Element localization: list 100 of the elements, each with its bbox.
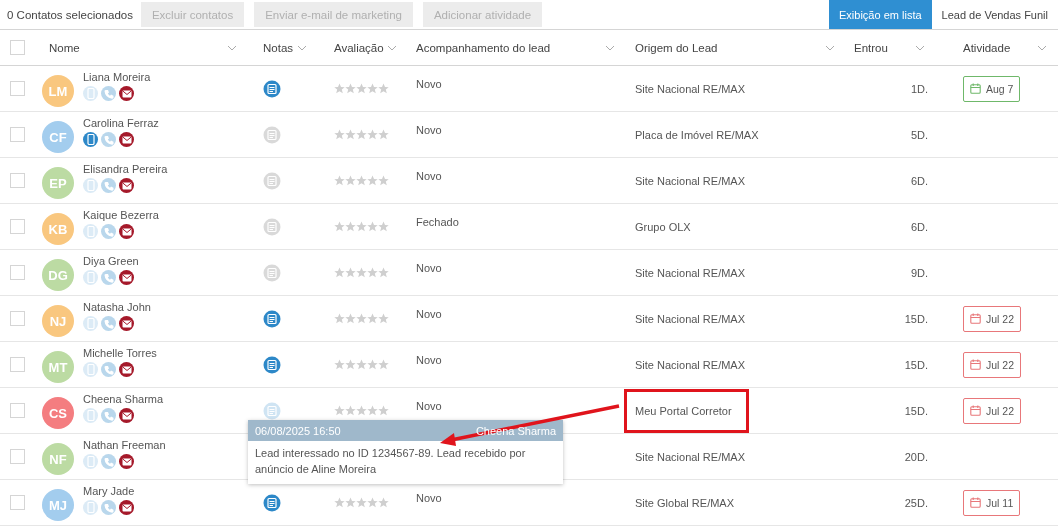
email-icon[interactable] <box>119 132 134 147</box>
contact-name[interactable]: Michelle Torres <box>83 347 157 359</box>
calendar-icon <box>970 497 981 508</box>
column-header[interactable]: Avaliação <box>334 41 384 54</box>
avatar: NF <box>42 443 74 475</box>
note-text: Lead interessado no ID 1234567-89. Lead recebido por anúncio de Aline Moreira <box>254 446 527 477</box>
star-icon <box>345 129 356 140</box>
activity-date-button[interactable]: Jul 22 <box>963 397 1022 424</box>
entered-days: 1D. <box>910 82 928 95</box>
highlighted-lead-origin: Meu Portal Corretor <box>627 391 746 430</box>
contact-name[interactable]: Carolina Ferraz <box>83 117 159 129</box>
view-tab[interactable]: Exibição em lista <box>829 0 932 29</box>
column-header[interactable]: Acompanhamento do lead <box>416 41 551 54</box>
star-rating[interactable] <box>334 405 389 416</box>
contact-name[interactable]: Diya Green <box>83 255 139 267</box>
activity-date-button[interactable]: Jul 11 <box>963 489 1021 516</box>
lead-status: Novo <box>416 170 442 182</box>
star-icon <box>334 83 345 94</box>
star-icon <box>367 359 378 370</box>
notes-icon[interactable] <box>263 355 281 374</box>
row-checkbox[interactable] <box>9 311 25 326</box>
entered-days: 6D. <box>910 220 928 233</box>
row-checkbox[interactable] <box>9 173 25 188</box>
email-icon[interactable] <box>119 454 134 469</box>
row-checkbox[interactable] <box>9 127 25 142</box>
lead-status: Novo <box>416 124 442 136</box>
star-icon <box>378 405 389 416</box>
lead-origin: Site Nacional RE/MAX <box>635 174 746 187</box>
contact-name[interactable]: Cheena Sharma <box>83 393 164 405</box>
star-icon <box>378 221 389 232</box>
star-icon <box>356 175 367 186</box>
lead-status: Novo <box>416 78 442 90</box>
email-icon[interactable] <box>119 86 134 101</box>
row-checkbox[interactable] <box>9 357 25 372</box>
row-checkbox[interactable] <box>9 81 25 96</box>
star-icon <box>345 359 356 370</box>
email-icon[interactable] <box>119 224 134 239</box>
mobile-phone-icon[interactable] <box>83 132 98 147</box>
notes-icon[interactable] <box>263 309 281 328</box>
star-icon <box>356 83 367 94</box>
calendar-icon <box>970 313 981 324</box>
star-rating[interactable] <box>334 83 389 94</box>
star-icon <box>345 83 356 94</box>
notes-icon[interactable] <box>263 493 281 512</box>
email-icon[interactable] <box>119 500 134 515</box>
star-icon <box>356 221 367 232</box>
row-checkbox[interactable] <box>9 495 25 510</box>
contact-name[interactable]: Liana Moreira <box>83 71 151 83</box>
column-header[interactable]: Notas <box>263 41 294 54</box>
email-icon[interactable] <box>119 362 134 377</box>
selection-count: 0 Contatos selecionados <box>7 8 133 21</box>
star-icon <box>334 497 345 508</box>
email-icon[interactable] <box>119 316 134 331</box>
contact-name[interactable]: Nathan Freeman <box>83 439 166 451</box>
entered-days: 5D. <box>910 128 928 141</box>
activity-date-button[interactable]: Jul 22 <box>963 305 1022 332</box>
entered-days: 15D. <box>904 404 928 417</box>
star-icon <box>356 359 367 370</box>
star-icon <box>367 175 378 186</box>
email-icon[interactable] <box>119 178 134 193</box>
email-icon[interactable] <box>119 408 134 423</box>
lead-status: Fechado <box>416 216 459 228</box>
email-icon[interactable] <box>119 270 134 285</box>
star-rating[interactable] <box>334 129 389 140</box>
activity-date-button[interactable]: Jul 22 <box>963 351 1022 378</box>
star-rating[interactable] <box>334 359 389 370</box>
star-rating[interactable] <box>334 313 389 324</box>
select-all-checkbox[interactable] <box>9 40 25 55</box>
star-rating[interactable] <box>334 221 389 232</box>
calendar-icon <box>970 359 981 370</box>
avatar: MJ <box>42 489 74 521</box>
column-header[interactable]: Atividade <box>963 41 1011 54</box>
avatar: CS <box>42 397 74 429</box>
avatar: EP <box>42 167 74 199</box>
contact-name[interactable]: Kaique Bezerra <box>83 209 159 221</box>
contact-name[interactable]: Natasha John <box>83 301 151 313</box>
lead-status: Novo <box>416 400 442 412</box>
column-header[interactable]: Origem do Lead <box>635 41 718 54</box>
contact-name[interactable]: Mary Jade <box>83 485 135 497</box>
activity-date-button[interactable]: Aug 7 <box>963 75 1021 102</box>
column-header[interactable]: Entrou <box>854 41 888 54</box>
star-icon <box>367 221 378 232</box>
star-rating[interactable] <box>334 497 389 508</box>
avatar: KB <box>42 213 74 245</box>
star-icon <box>378 267 389 278</box>
contact-name[interactable]: Elisandra Pereira <box>83 163 168 175</box>
row-checkbox[interactable] <box>9 403 25 418</box>
row-checkbox[interactable] <box>9 219 25 234</box>
notes-icon[interactable] <box>263 79 281 98</box>
star-rating[interactable] <box>334 267 389 278</box>
row-checkbox[interactable] <box>9 265 25 280</box>
star-icon <box>334 221 345 232</box>
star-icon <box>367 267 378 278</box>
column-header[interactable]: Nome <box>49 41 80 54</box>
star-icon <box>334 267 345 278</box>
row-checkbox[interactable] <box>9 449 25 464</box>
star-icon <box>356 129 367 140</box>
star-icon <box>345 405 356 416</box>
lead-origin: Grupo OLX <box>635 220 691 233</box>
star-rating[interactable] <box>334 175 389 186</box>
